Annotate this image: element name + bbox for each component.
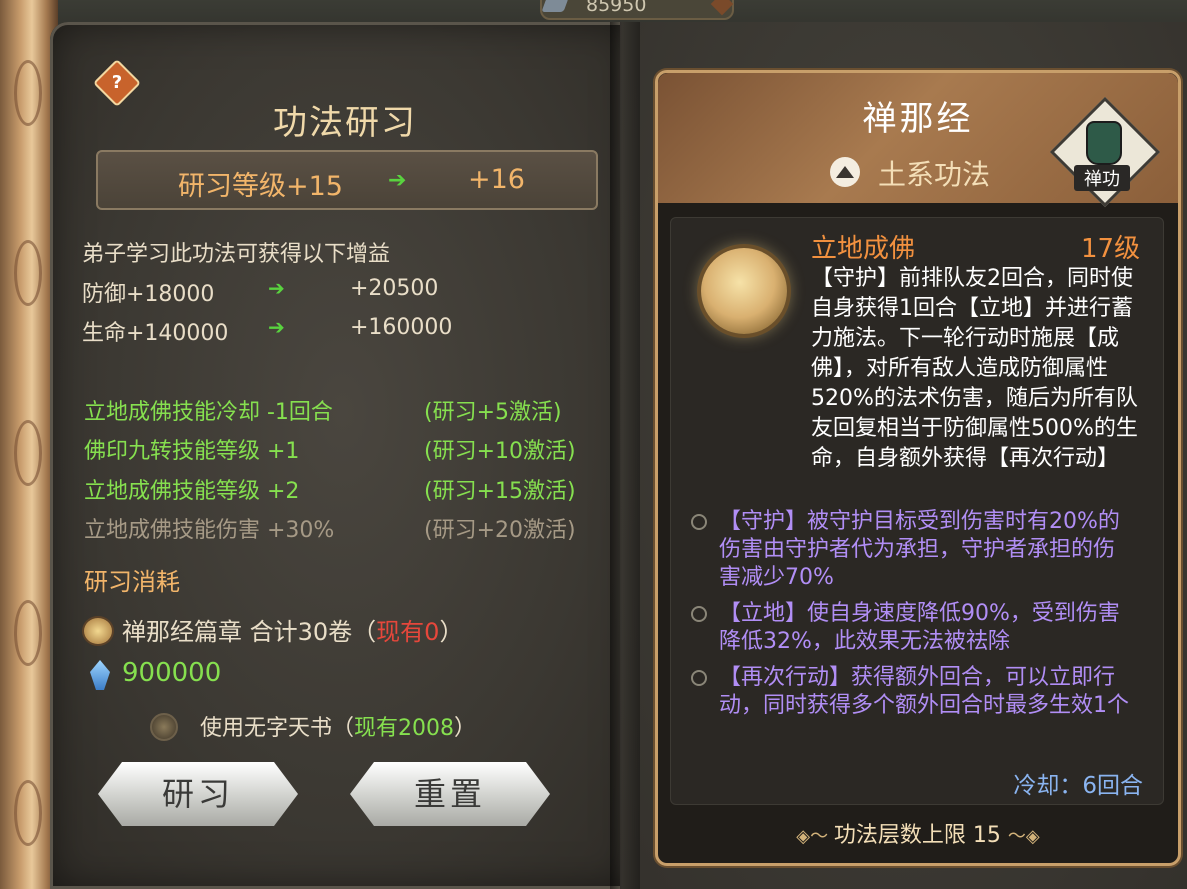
unlock-text: 佛印九转技能等级 +1 — [84, 439, 300, 464]
study-button[interactable]: 研习 — [98, 762, 298, 826]
use-book-checkbox[interactable] — [150, 713, 178, 741]
use-book-have: 现有2008 — [354, 716, 455, 741]
study-level-next: +16 — [468, 164, 525, 195]
card-header: 禅那经 土系功法 禅功 — [658, 73, 1178, 208]
keyword-note: 【守护】被守护目标受到伤害时有20%的伤害由守护者代为承担，守护者承担的伤害减少… — [691, 508, 1131, 592]
study-level-bar: 研习等级+15 ➔ +16 — [96, 150, 598, 210]
skill-description: 【守护】前排队友2回合，同时使自身获得1回合【立地】并进行蓄力施法。下一轮行动时… — [811, 266, 1138, 471]
help-label: ? — [111, 72, 123, 93]
use-book-label: 使用无字天书（现有2008） — [200, 716, 477, 741]
keyword-note: 【立地】使自身速度降低90%，受到伤害降低32%，此效果无法被祛除 — [691, 600, 1131, 656]
type-badge-label: 禅功 — [1074, 165, 1130, 191]
technique-card: 禅那经 土系功法 禅功 立地成佛 17级 【守护】前排队友2回合，同时使自身获得… — [655, 70, 1181, 866]
stat-next: +20500 — [350, 276, 439, 301]
keyword-note: 【再次行动】获得额外回合，可以立即行动，同时获得多个额外回合时最多生效1个 — [691, 664, 1131, 720]
resource-value: 85950 — [586, 0, 647, 16]
skill-level: 17级 — [1081, 234, 1141, 264]
cost-currency: 900000 — [86, 658, 386, 692]
unlock-requirement: (研习+5激活) — [424, 400, 562, 425]
ornament-right-icon: 〜◈ — [1007, 826, 1040, 847]
arrow-right-icon: ➔ — [388, 168, 407, 193]
stat-current: 生命+140000 — [82, 321, 229, 346]
unlock-row: 佛印九转技能等级 +1 (研习+10激活) — [84, 433, 604, 465]
stat-current: 防御+18000 — [82, 282, 215, 307]
book-gutter — [610, 22, 640, 889]
ornament-left-icon: ◈〜 — [796, 826, 834, 847]
buddha-skill-icon — [701, 248, 787, 334]
unlock-text: 立地成佛技能伤害 +30% — [84, 518, 335, 543]
gem-icon — [541, 0, 569, 12]
bullet-icon — [691, 606, 707, 622]
unlock-requirement: (研习+20激活) — [424, 518, 576, 543]
unlock-row: 立地成佛技能冷却 -1回合 (研习+5激活) — [84, 394, 604, 426]
cost-item-name: 禅那经篇章 合计30卷（现有0） — [122, 618, 464, 646]
unlock-requirement: (研习+10激活) — [424, 439, 576, 464]
arrow-right-icon: ➔ — [268, 315, 285, 339]
study-level-current: 研习等级+15 — [178, 171, 343, 202]
stat-row-hp: 生命+140000 ➔ +160000 — [82, 315, 502, 346]
unlock-row: 立地成佛技能等级 +2 (研习+15激活) — [84, 473, 604, 505]
skill-name: 立地成佛 — [811, 234, 916, 264]
palm-icon — [1086, 121, 1122, 165]
page-title: 功法研习 — [273, 103, 417, 143]
cooldown: 冷却：6回合 — [1013, 773, 1143, 799]
cost-item-scroll: 禅那经篇章 合计30卷（现有0） — [82, 612, 602, 646]
stat-row-defense: 防御+18000 ➔ +20500 — [82, 276, 502, 307]
cost-header: 研习消耗 — [84, 568, 180, 596]
element-label: 土系功法 — [878, 158, 991, 191]
skill-panel: 立地成佛 17级 【守护】前排队友2回合，同时使自身获得1回合【立地】并进行蓄力… — [670, 217, 1164, 805]
bullet-icon — [691, 670, 707, 686]
unlock-text: 立地成佛技能冷却 -1回合 — [84, 400, 333, 425]
currency-amount: 900000 — [122, 658, 222, 688]
scroll-chapter-icon — [82, 616, 114, 646]
layer-limit-text: 功法层数上限 15 — [833, 823, 1001, 848]
unlock-row: 立地成佛技能伤害 +30% (研习+20激活) — [84, 512, 604, 544]
arrow-right-icon: ➔ — [268, 276, 285, 300]
unlock-requirement: (研习+15激活) — [424, 479, 576, 504]
use-wordless-book-option[interactable]: 使用无字天书（现有2008） — [150, 710, 550, 742]
layer-limit: ◈〜 功法层数上限 15 〜◈ — [658, 817, 1178, 849]
bullet-icon — [691, 514, 707, 530]
cost-item-have: 现有0 — [376, 618, 440, 646]
benefit-header: 弟子学习此功法可获得以下增益 — [82, 242, 391, 267]
resource-ornament-icon — [710, 0, 734, 16]
reset-button[interactable]: 重置 — [350, 762, 550, 826]
crystal-icon — [90, 660, 110, 690]
stat-next: +160000 — [350, 315, 453, 340]
top-resource-display: 85950 — [540, 0, 734, 20]
unlock-text: 立地成佛技能等级 +2 — [84, 479, 300, 504]
earth-element-icon — [830, 157, 860, 187]
